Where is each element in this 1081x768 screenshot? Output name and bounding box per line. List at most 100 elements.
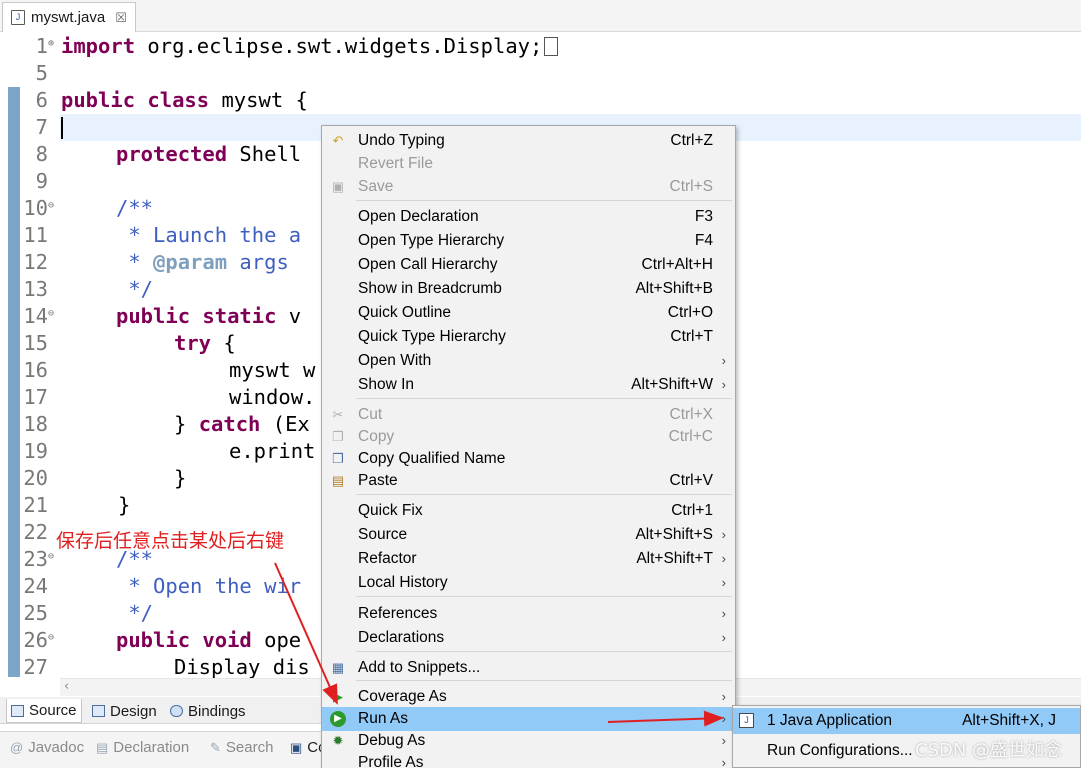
java-file-icon: J — [11, 10, 25, 25]
menu-item-label: References — [358, 605, 438, 622]
folded-import-marker[interactable] — [544, 37, 559, 56]
menu-item-local-history[interactable]: Local History › — [322, 571, 735, 595]
run-icon: ▶ — [330, 711, 346, 727]
watermark: CSDN @盛世如念 — [915, 740, 1063, 761]
code-line-26[interactable]: public void ope — [116, 627, 301, 654]
declaration-icon: ▤ — [96, 739, 109, 755]
menu-item-profile-as[interactable]: Profile As › — [322, 751, 735, 768]
console-icon: ▣ — [290, 739, 303, 755]
editor-tab-myswt[interactable]: J myswt.java ☒ — [2, 2, 136, 32]
menu-item-show-in-breadcrumb[interactable]: Show in Breadcrumb Alt+Shift+B — [322, 277, 735, 301]
menu-item-debug-as[interactable]: ✹ Debug As › — [322, 729, 735, 753]
code-line-16[interactable]: myswt w — [229, 357, 315, 384]
close-icon[interactable]: ☒ — [115, 10, 127, 26]
menu-item-refactor[interactable]: Refactor Alt+Shift+T › — [322, 547, 735, 571]
line-number-row: 5 — [0, 60, 1081, 87]
menu-item-shortcut: Ctrl+X — [669, 406, 714, 423]
undo-icon: ↶ — [332, 133, 344, 148]
code-line-12[interactable]: * @param args — [116, 249, 288, 276]
submenu-arrow-icon: › — [721, 575, 726, 590]
menu-item-shortcut: Ctrl+V — [669, 472, 714, 489]
code-line-1[interactable]: import org.eclipse.swt.widgets.Display; — [61, 33, 559, 60]
menu-item-copy[interactable]: ❐ Copy Ctrl+C — [322, 425, 735, 449]
menu-item-revert-file[interactable]: Revert File — [322, 152, 735, 176]
menu-item-shortcut: Ctrl+S — [669, 178, 714, 195]
menu-item-declarations[interactable]: Declarations › — [322, 626, 735, 650]
menu-item-add-to-snippets[interactable]: ▦ Add to Snippets... — [322, 656, 735, 680]
code-line-18[interactable]: } catch (Ex — [174, 411, 310, 438]
cut-icon: ✂ — [332, 407, 344, 422]
submenu-arrow-icon: › — [721, 689, 726, 704]
code-line-20[interactable]: } — [174, 465, 186, 492]
menu-item-show-in[interactable]: Show In Alt+Shift+W › — [322, 373, 735, 397]
submenu-arrow-icon: › — [721, 527, 726, 542]
code-line-27[interactable]: Display dis — [174, 654, 310, 678]
menu-item-cut[interactable]: ✂ Cut Ctrl+X — [322, 403, 735, 427]
scroll-left-icon[interactable]: ‹ — [64, 679, 69, 694]
menu-item-save[interactable]: ▣ Save Ctrl+S — [322, 175, 735, 199]
menu-item-references[interactable]: References › — [322, 602, 735, 626]
code-line-17[interactable]: window. — [229, 384, 315, 411]
code-line-21[interactable]: } — [118, 492, 130, 519]
tab-design[interactable]: Design — [88, 699, 161, 723]
menu-item-open-with[interactable]: Open With › — [322, 349, 735, 373]
line-number: 7 — [35, 115, 48, 139]
menu-item-quick-outline[interactable]: Quick Outline Ctrl+O — [322, 301, 735, 325]
tab-declaration[interactable]: ▤ Declaration — [96, 739, 189, 756]
menu-item-source[interactable]: Source Alt+Shift+S › — [322, 523, 735, 547]
code-line-14[interactable]: public static v — [116, 303, 301, 330]
submenu-arrow-icon: › — [721, 551, 726, 566]
code-line-11[interactable]: * Launch the a — [116, 222, 301, 249]
snippet-icon: ▦ — [331, 660, 345, 675]
menu-item-label: Save — [358, 178, 394, 195]
menu-item-run-as[interactable]: ▶ Run As › — [322, 707, 735, 731]
copy-qualified-icon: ❐ — [332, 451, 344, 466]
tab-search[interactable]: ✎ Search — [210, 739, 273, 756]
menu-item-paste[interactable]: ▤ Paste Ctrl+V — [322, 469, 735, 493]
menu-item-shortcut: Alt+Shift+W — [631, 376, 713, 393]
submenu-arrow-icon: › — [721, 606, 726, 621]
code-line-10[interactable]: /** — [116, 195, 153, 222]
tab-javadoc[interactable]: @ Javadoc — [10, 739, 84, 756]
menu-item-label: Run As — [358, 710, 408, 727]
submenu-arrow-icon: › — [721, 353, 726, 368]
menu-item-label: Open Type Hierarchy — [358, 232, 505, 249]
menu-item-open-declaration[interactable]: Open Declaration F3 — [322, 205, 735, 229]
debug-icon: ✹ — [332, 733, 344, 748]
line-number: 22 — [23, 520, 48, 544]
menu-item-label: Profile As — [358, 754, 424, 768]
menu-item-open-call-hierarchy[interactable]: Open Call Hierarchy Ctrl+Alt+H — [322, 253, 735, 277]
code-line-19[interactable]: e.print — [229, 438, 315, 465]
menu-item-shortcut: Ctrl+O — [667, 304, 713, 321]
code-line-15[interactable]: try { — [174, 330, 236, 357]
tab-source[interactable]: Source — [6, 699, 82, 723]
menu-item-java-application[interactable]: J 1 Java Application Alt+Shift+X, J — [733, 708, 1080, 734]
code-line-13[interactable]: */ — [116, 276, 153, 303]
code-line-6[interactable]: public class myswt { — [61, 87, 308, 114]
menu-item-coverage-as[interactable]: ▶ Coverage As › — [322, 685, 735, 709]
code-line-8[interactable]: protected Shell — [116, 141, 301, 168]
menu-item-label: Copy Qualified Name — [358, 450, 506, 467]
submenu-arrow-icon: › — [721, 733, 726, 748]
menu-item-quick-fix[interactable]: Quick Fix Ctrl+1 — [322, 499, 735, 523]
menu-item-quick-type-hierarchy[interactable]: Quick Type Hierarchy Ctrl+T — [322, 325, 735, 349]
menu-item-label: Quick Fix — [358, 502, 423, 519]
menu-item-label: Quick Type Hierarchy — [358, 328, 506, 345]
menu-item-copy-qualified-name[interactable]: ❐ Copy Qualified Name — [322, 447, 735, 471]
code-line-25[interactable]: */ — [116, 600, 153, 627]
menu-item-label: Refactor — [358, 550, 417, 567]
menu-item-undo-typing[interactable]: ↶ Undo Typing Ctrl+Z — [322, 129, 735, 153]
menu-item-open-type-hierarchy[interactable]: Open Type Hierarchy F4 — [322, 229, 735, 253]
menu-item-label: Copy — [358, 428, 395, 445]
submenu-arrow-icon: › — [721, 630, 726, 645]
tab-bindings[interactable]: Bindings — [166, 699, 250, 723]
coverage-icon: ▶ — [333, 689, 343, 704]
context-menu: ↶ Undo Typing Ctrl+Z Revert File ▣ Save Ctrl+S… — [321, 125, 736, 768]
menu-item-label: Open Call Hierarchy — [358, 256, 498, 273]
line-number: 5 — [35, 61, 48, 85]
menu-item-label: Paste — [358, 472, 398, 489]
menu-separator — [356, 596, 732, 597]
menu-item-label: Cut — [358, 406, 383, 423]
code-line-24[interactable]: * Open the wir — [116, 573, 301, 600]
java-app-icon: J — [739, 713, 754, 728]
